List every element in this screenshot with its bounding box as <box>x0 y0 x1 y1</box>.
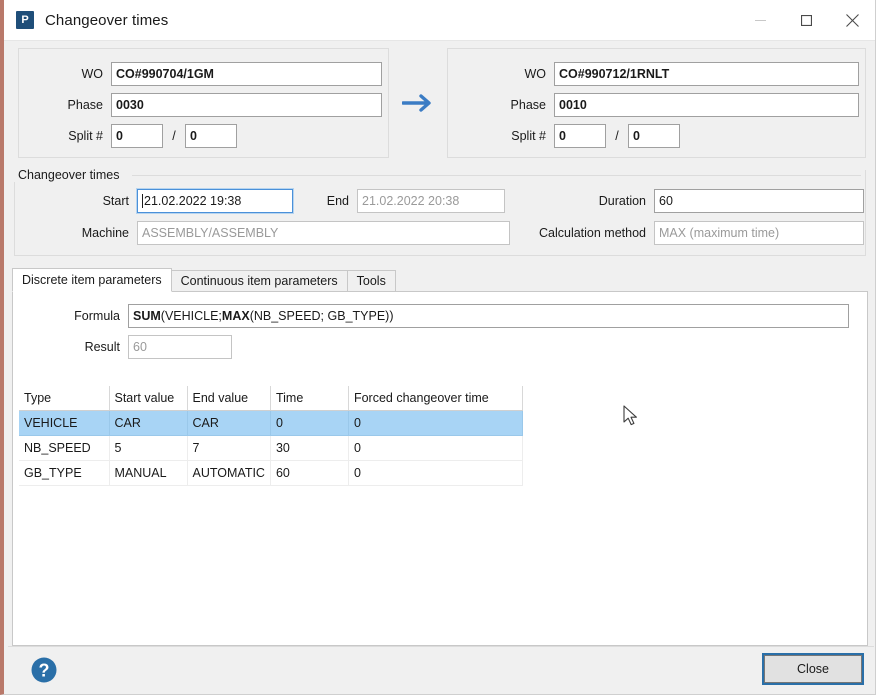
group-rule-right <box>132 175 861 176</box>
cell-type: NB_SPEED <box>19 436 109 461</box>
order-transition-panels: WO CO#990704/1GM Phase 0030 Split # 0 / … <box>18 48 866 158</box>
result-label: Result <box>13 340 128 354</box>
target-phase-label: Phase <box>448 98 554 112</box>
formula-mid-2: (NB_SPEED; GB_TYPE)) <box>250 309 394 323</box>
column-header-end-value[interactable]: End value <box>187 386 270 411</box>
table-row[interactable]: NB_SPEED 5 7 30 0 <box>19 436 522 461</box>
close-icon[interactable] <box>829 0 875 40</box>
tab-strip: Discrete item parameters Continuous item… <box>12 268 395 292</box>
calculation-method-label: Calculation method <box>514 226 654 240</box>
duration-field[interactable]: 60 <box>654 189 864 213</box>
parameters-table[interactable]: Type Start value End value Time Forced c… <box>19 386 523 486</box>
calculation-method-field[interactable]: MAX (maximum time) <box>654 221 864 245</box>
column-header-start-value[interactable]: Start value <box>109 386 187 411</box>
parameters-tab-control: Discrete item parameters Continuous item… <box>12 268 868 646</box>
maximize-icon[interactable] <box>783 0 829 40</box>
changeover-times-legend: Changeover times <box>14 168 123 182</box>
end-label: End <box>289 194 357 208</box>
tab-tools[interactable]: Tools <box>347 270 396 292</box>
cell-type: GB_TYPE <box>19 461 109 486</box>
target-order-group: WO CO#990712/1RNLT Phase 0010 Split # 0 … <box>447 48 866 158</box>
arrow-right-icon <box>395 88 445 118</box>
cell-start-value: MANUAL <box>109 461 187 486</box>
text-caret <box>142 194 143 208</box>
formula-field[interactable]: SUM(VEHICLE; MAX(NB_SPEED; GB_TYPE)) <box>128 304 849 328</box>
close-button[interactable]: Close <box>764 655 862 683</box>
cell-forced-changeover-time: 0 <box>348 436 522 461</box>
source-split-label: Split # <box>19 129 111 143</box>
cell-end-value: AUTOMATIC <box>187 461 270 486</box>
window-controls <box>737 0 875 40</box>
target-split-separator: / <box>606 129 628 143</box>
cell-start-value: 5 <box>109 436 187 461</box>
table-row[interactable]: GB_TYPE MANUAL AUTOMATIC 60 0 <box>19 461 522 486</box>
end-field[interactable]: 21.02.2022 20:38 <box>357 189 505 213</box>
formula-label: Formula <box>13 309 128 323</box>
window-title: Changeover times <box>45 12 168 29</box>
formula-fn-max: MAX <box>222 309 250 323</box>
source-split-a-field[interactable]: 0 <box>111 124 163 148</box>
cell-start-value: CAR <box>109 411 187 436</box>
start-label: Start <box>14 194 137 208</box>
tab-discrete-item-parameters[interactable]: Discrete item parameters <box>12 268 172 292</box>
help-icon[interactable]: ? <box>30 656 58 684</box>
minimize-icon[interactable] <box>737 0 783 40</box>
target-split-a-field[interactable]: 0 <box>554 124 606 148</box>
formula-mid-1: (VEHICLE; <box>161 309 222 323</box>
source-phase-field[interactable]: 0030 <box>111 93 382 117</box>
duration-label: Duration <box>514 194 654 208</box>
tab-continuous-item-parameters[interactable]: Continuous item parameters <box>171 270 348 292</box>
target-split-label: Split # <box>448 129 554 143</box>
title-bar: P Changeover times <box>4 0 875 41</box>
dialog-footer: ? Close <box>8 646 874 693</box>
target-wo-label: WO <box>448 67 554 81</box>
source-split-separator: / <box>163 129 185 143</box>
cell-time: 30 <box>270 436 348 461</box>
source-phase-label: Phase <box>19 98 111 112</box>
cell-forced-changeover-time: 0 <box>348 461 522 486</box>
cell-time: 60 <box>270 461 348 486</box>
table-header-row: Type Start value End value Time Forced c… <box>19 386 522 411</box>
source-order-group: WO CO#990704/1GM Phase 0030 Split # 0 / … <box>18 48 389 158</box>
machine-label: Machine <box>14 226 137 240</box>
column-header-forced-changeover-time[interactable]: Forced changeover time <box>348 386 522 411</box>
formula-fn-sum: SUM <box>133 309 161 323</box>
start-field[interactable]: 21.02.2022 19:38 <box>137 189 293 213</box>
source-wo-field[interactable]: CO#990704/1GM <box>111 62 382 86</box>
column-header-time[interactable]: Time <box>270 386 348 411</box>
table-row[interactable]: VEHICLE CAR CAR 0 0 <box>19 411 522 436</box>
svg-text:?: ? <box>39 661 50 681</box>
source-split-b-field[interactable]: 0 <box>185 124 237 148</box>
start-field-value: 21.02.2022 19:38 <box>144 194 241 208</box>
result-field[interactable]: 60 <box>128 335 232 359</box>
discrete-item-parameters-panel: Formula SUM(VEHICLE; MAX(NB_SPEED; GB_TY… <box>12 291 868 646</box>
cell-time: 0 <box>270 411 348 436</box>
cell-forced-changeover-time: 0 <box>348 411 522 436</box>
changeover-times-window: P Changeover times WO CO#990704/1GM Phas… <box>0 0 876 695</box>
cell-type: VEHICLE <box>19 411 109 436</box>
source-wo-label: WO <box>19 67 111 81</box>
target-phase-field[interactable]: 0010 <box>554 93 859 117</box>
target-wo-field[interactable]: CO#990712/1RNLT <box>554 62 859 86</box>
machine-field[interactable]: ASSEMBLY/ASSEMBLY <box>137 221 510 245</box>
column-header-type[interactable]: Type <box>19 386 109 411</box>
cell-end-value: 7 <box>187 436 270 461</box>
cell-end-value: CAR <box>187 411 270 436</box>
target-split-b-field[interactable]: 0 <box>628 124 680 148</box>
app-icon: P <box>16 11 34 29</box>
